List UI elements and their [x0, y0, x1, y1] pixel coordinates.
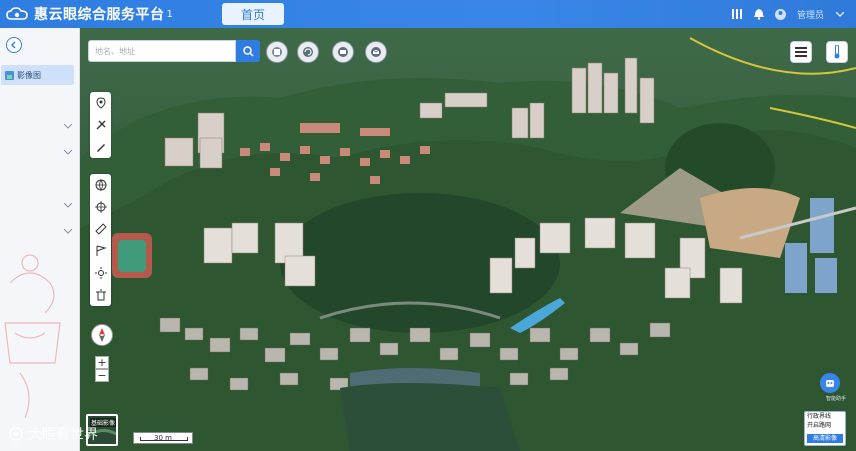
compass-needle-icon — [99, 328, 105, 342]
trash-icon — [95, 289, 106, 301]
left-sidebar: 影像图 — [0, 28, 80, 451]
scale-line — [140, 437, 188, 441]
app-title: 惠云眼综合服务平台 — [34, 7, 165, 23]
cloud-logo-icon — [6, 6, 28, 22]
boundary-toggle[interactable]: 行政界线 — [805, 412, 845, 421]
tab-home[interactable]: 首页 — [222, 3, 284, 25]
sidebar-item-label: 影像图 — [17, 70, 41, 80]
envelope-icon — [371, 47, 381, 57]
globe-tool[interactable] — [90, 174, 111, 196]
rotate-view-button[interactable] — [297, 41, 319, 63]
assistant-button[interactable] — [820, 373, 840, 393]
print-icon — [338, 47, 348, 57]
crosshair-icon — [94, 201, 107, 213]
sidebar-item-imagery[interactable]: 影像图 — [1, 65, 74, 85]
sun-icon — [94, 267, 107, 279]
watermark-text: 大眼看世界 — [28, 427, 98, 443]
avatar-icon[interactable] — [775, 8, 787, 20]
thermometer-button[interactable] — [826, 41, 848, 63]
target-tool[interactable] — [90, 196, 111, 218]
collapse-sidebar-button[interactable] — [6, 37, 22, 53]
search-icon — [242, 45, 254, 57]
top-right-tools: 管理员 — [731, 0, 846, 28]
chevron-down-icon[interactable] — [64, 124, 72, 130]
hd-imagery-button[interactable]: 高清影像 — [807, 434, 843, 443]
zoom-out-button[interactable]: − — [95, 369, 109, 382]
zoom-in-button[interactable]: + — [95, 356, 109, 369]
chevron-down-icon[interactable] — [834, 8, 846, 20]
satellite-icon — [96, 120, 105, 130]
aerial-imagery — [80, 28, 856, 451]
apps-icon[interactable] — [731, 8, 743, 20]
pencil-icon — [96, 144, 105, 152]
bell-icon[interactable] — [753, 8, 765, 20]
chevron-down-icon[interactable] — [64, 150, 72, 156]
app-title-mark: 1 — [166, 8, 173, 20]
top-bar: 惠云眼综合服务平台 1 首页 管理员 — [0, 0, 856, 28]
tools-group-2 — [90, 174, 111, 306]
search-button[interactable] — [236, 40, 260, 62]
decorative-sketch — [4, 254, 61, 419]
sun-tool[interactable] — [90, 262, 111, 284]
map-options-panel: 行政界线 开启路网 高清影像 — [804, 411, 846, 446]
split-screen-icon — [272, 47, 282, 57]
robot-icon — [826, 380, 834, 387]
map-pin-icon — [95, 97, 106, 109]
user-name[interactable]: 管理员 — [797, 8, 824, 21]
layer-icon — [5, 70, 14, 80]
measure-tool[interactable] — [90, 218, 111, 240]
thermometer-icon — [834, 45, 840, 59]
search-input[interactable] — [88, 40, 236, 62]
layer-list-button[interactable] — [790, 41, 812, 63]
tools-group-1 — [90, 92, 111, 158]
map-view[interactable]: + − 基础影像 30 m 智能助手 行政界线 开启路网 高清影像 — [80, 28, 856, 451]
message-button[interactable] — [365, 41, 387, 63]
ruler-icon — [94, 223, 107, 235]
road-toggle[interactable]: 开启路网 — [805, 421, 845, 430]
chevron-down-icon[interactable] — [64, 229, 72, 235]
clear-tool[interactable] — [90, 284, 111, 306]
draw-tool[interactable] — [90, 136, 111, 158]
globe-icon — [95, 179, 106, 191]
watermark: 大眼看世界 — [8, 423, 98, 445]
locate-tool[interactable] — [90, 92, 111, 114]
chevron-left-icon — [11, 41, 16, 49]
scale-bar: 30 m — [133, 432, 193, 444]
rotate-icon — [303, 47, 313, 57]
satellite-tool[interactable] — [90, 114, 111, 136]
compass[interactable] — [91, 324, 113, 346]
compare-button[interactable] — [266, 41, 288, 63]
assistant-label: 智能助手 — [825, 396, 846, 402]
print-button[interactable] — [332, 41, 354, 63]
list-icon — [795, 47, 807, 57]
flag-icon — [96, 245, 107, 256]
flag-tool[interactable] — [90, 240, 111, 262]
chevron-down-icon[interactable] — [64, 203, 72, 209]
watermark-logo-icon — [9, 427, 23, 441]
